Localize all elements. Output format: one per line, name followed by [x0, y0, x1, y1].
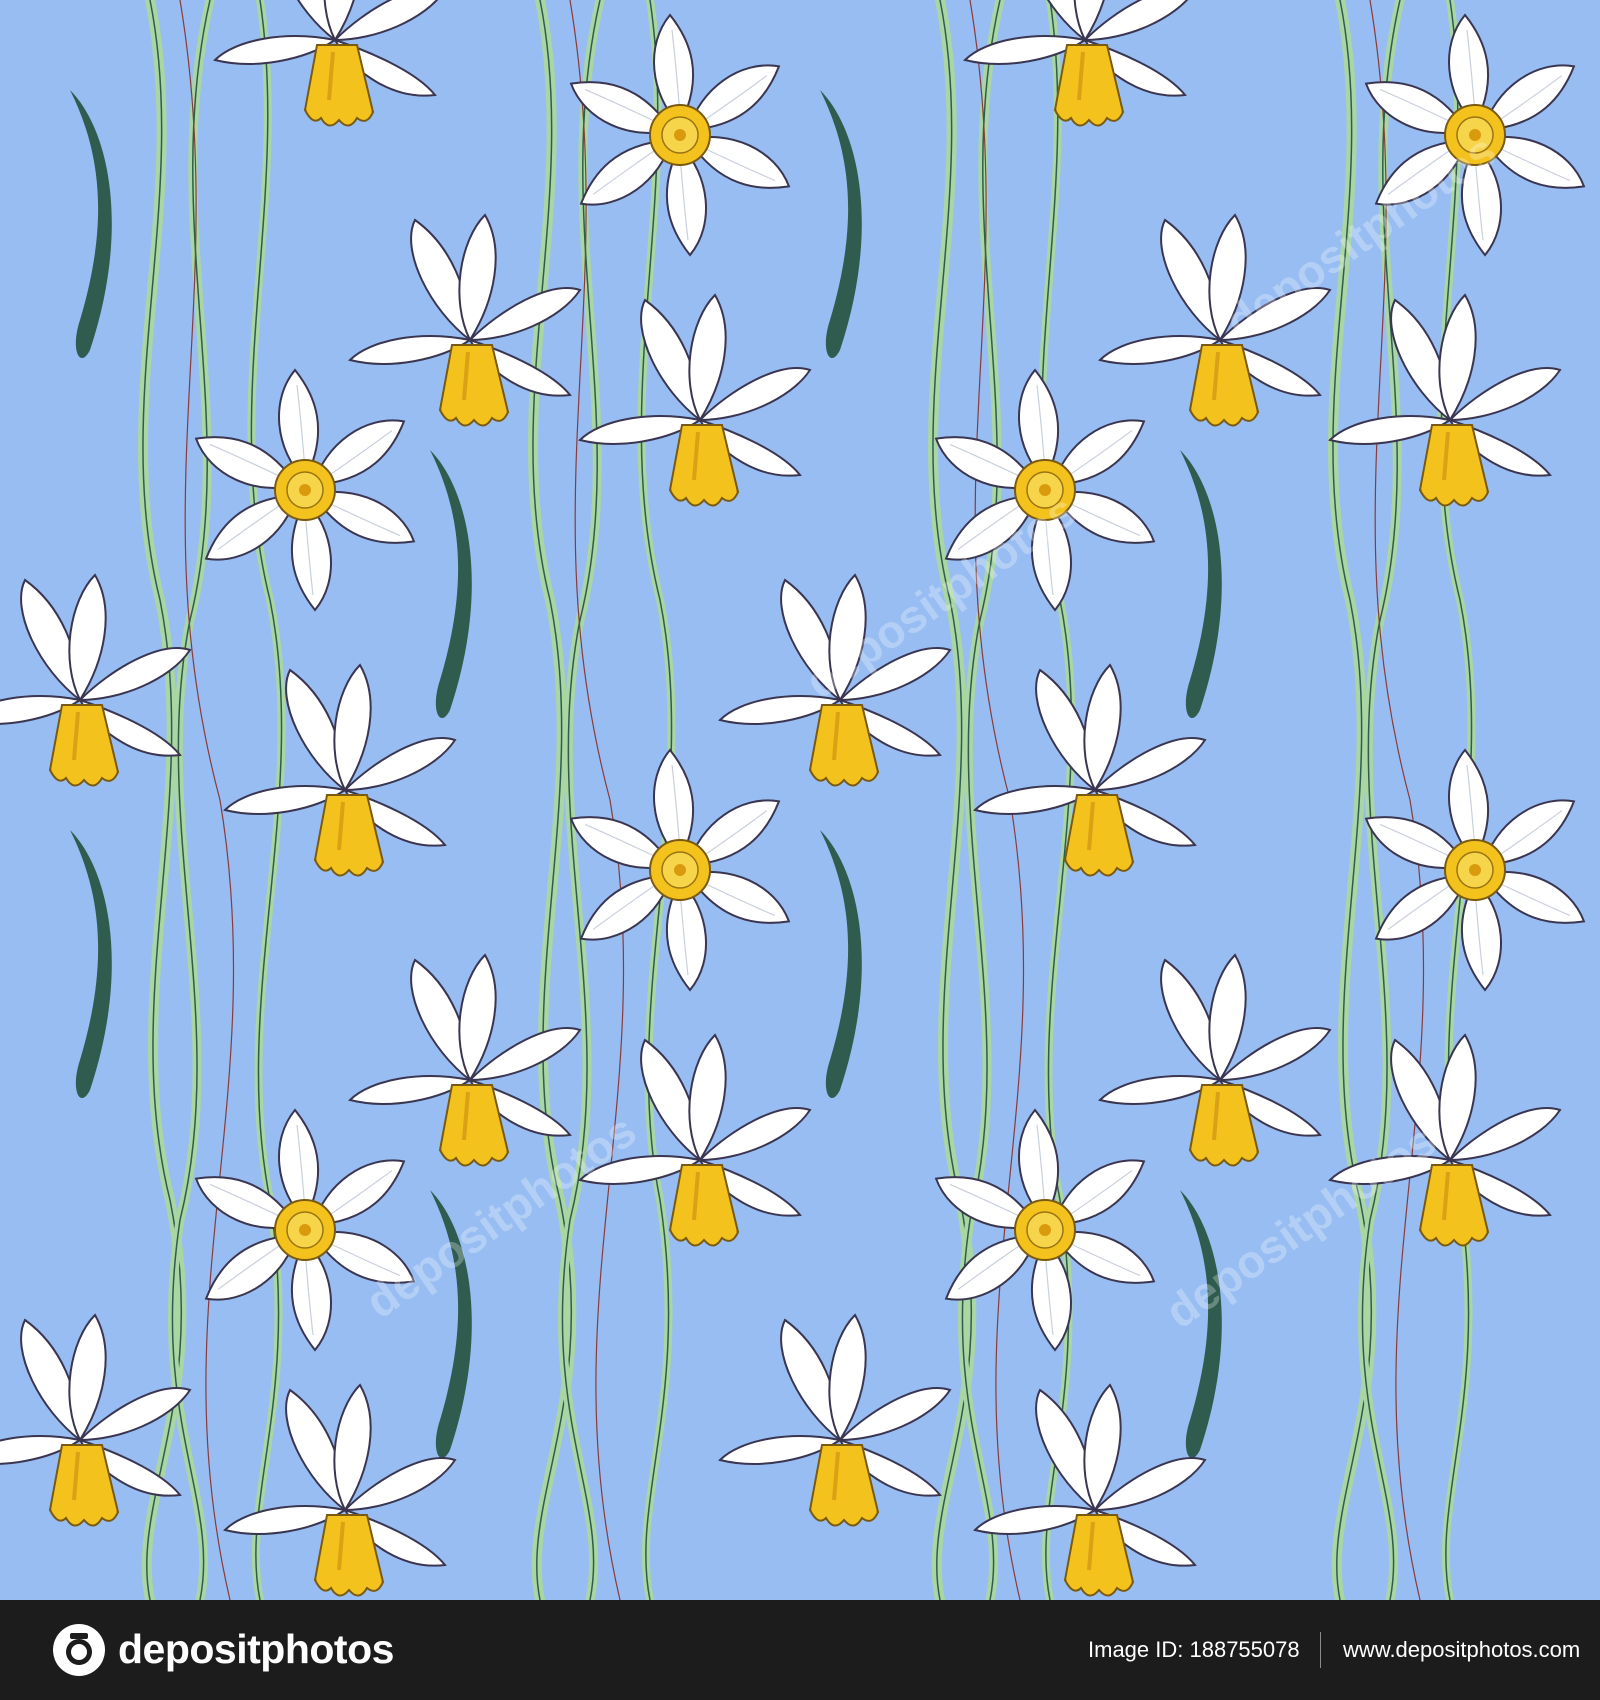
- camera-icon: [53, 1624, 105, 1676]
- narcissus-side-flower: [223, 663, 457, 878]
- stem-bundle: [533, 0, 672, 1600]
- narcissus-flower: [562, 749, 798, 991]
- image-id-label: Image ID: 188755078: [1088, 1637, 1300, 1662]
- stock-footer: depositphotos Image ID: 188755078 www.de…: [0, 1600, 1600, 1700]
- narcissus-flower: [1357, 749, 1593, 991]
- narcissus-side-flower: [578, 293, 812, 508]
- leaf-shape: [70, 830, 112, 1099]
- pattern-tile: depositphotosdepositphotos depositphotosd…: [0, 0, 1593, 1600]
- leaf-shape: [820, 830, 862, 1099]
- narcissus-side-flower: [213, 0, 447, 128]
- narcissus-side-flower: [973, 1383, 1207, 1598]
- narcissus-flower: [187, 369, 423, 611]
- narcissus-side-flower: [1098, 213, 1332, 428]
- narcissus-side-flower: [718, 1313, 952, 1528]
- narcissus-pattern: depositphotosdepositphotos depositphotosd…: [0, 0, 1593, 1600]
- leaf-shape: [70, 90, 112, 359]
- site-link[interactable]: www.depositphotos.com: [1343, 1636, 1580, 1664]
- narcissus-flower: [562, 14, 798, 256]
- brand-logo-text: depositphotos: [118, 1626, 394, 1672]
- narcissus-side-flower: [1098, 953, 1332, 1168]
- leaf-shape: [1180, 450, 1222, 719]
- leaf-shape: [820, 90, 862, 359]
- leaf-shape: [430, 450, 472, 719]
- pattern-artwork: depositphotos depositphotos depositphotos d…: [0, 0, 1600, 1600]
- narcissus-side-flower: [0, 1313, 192, 1528]
- footer-divider: [1320, 1632, 1321, 1668]
- narcissus-side-flower: [973, 663, 1207, 878]
